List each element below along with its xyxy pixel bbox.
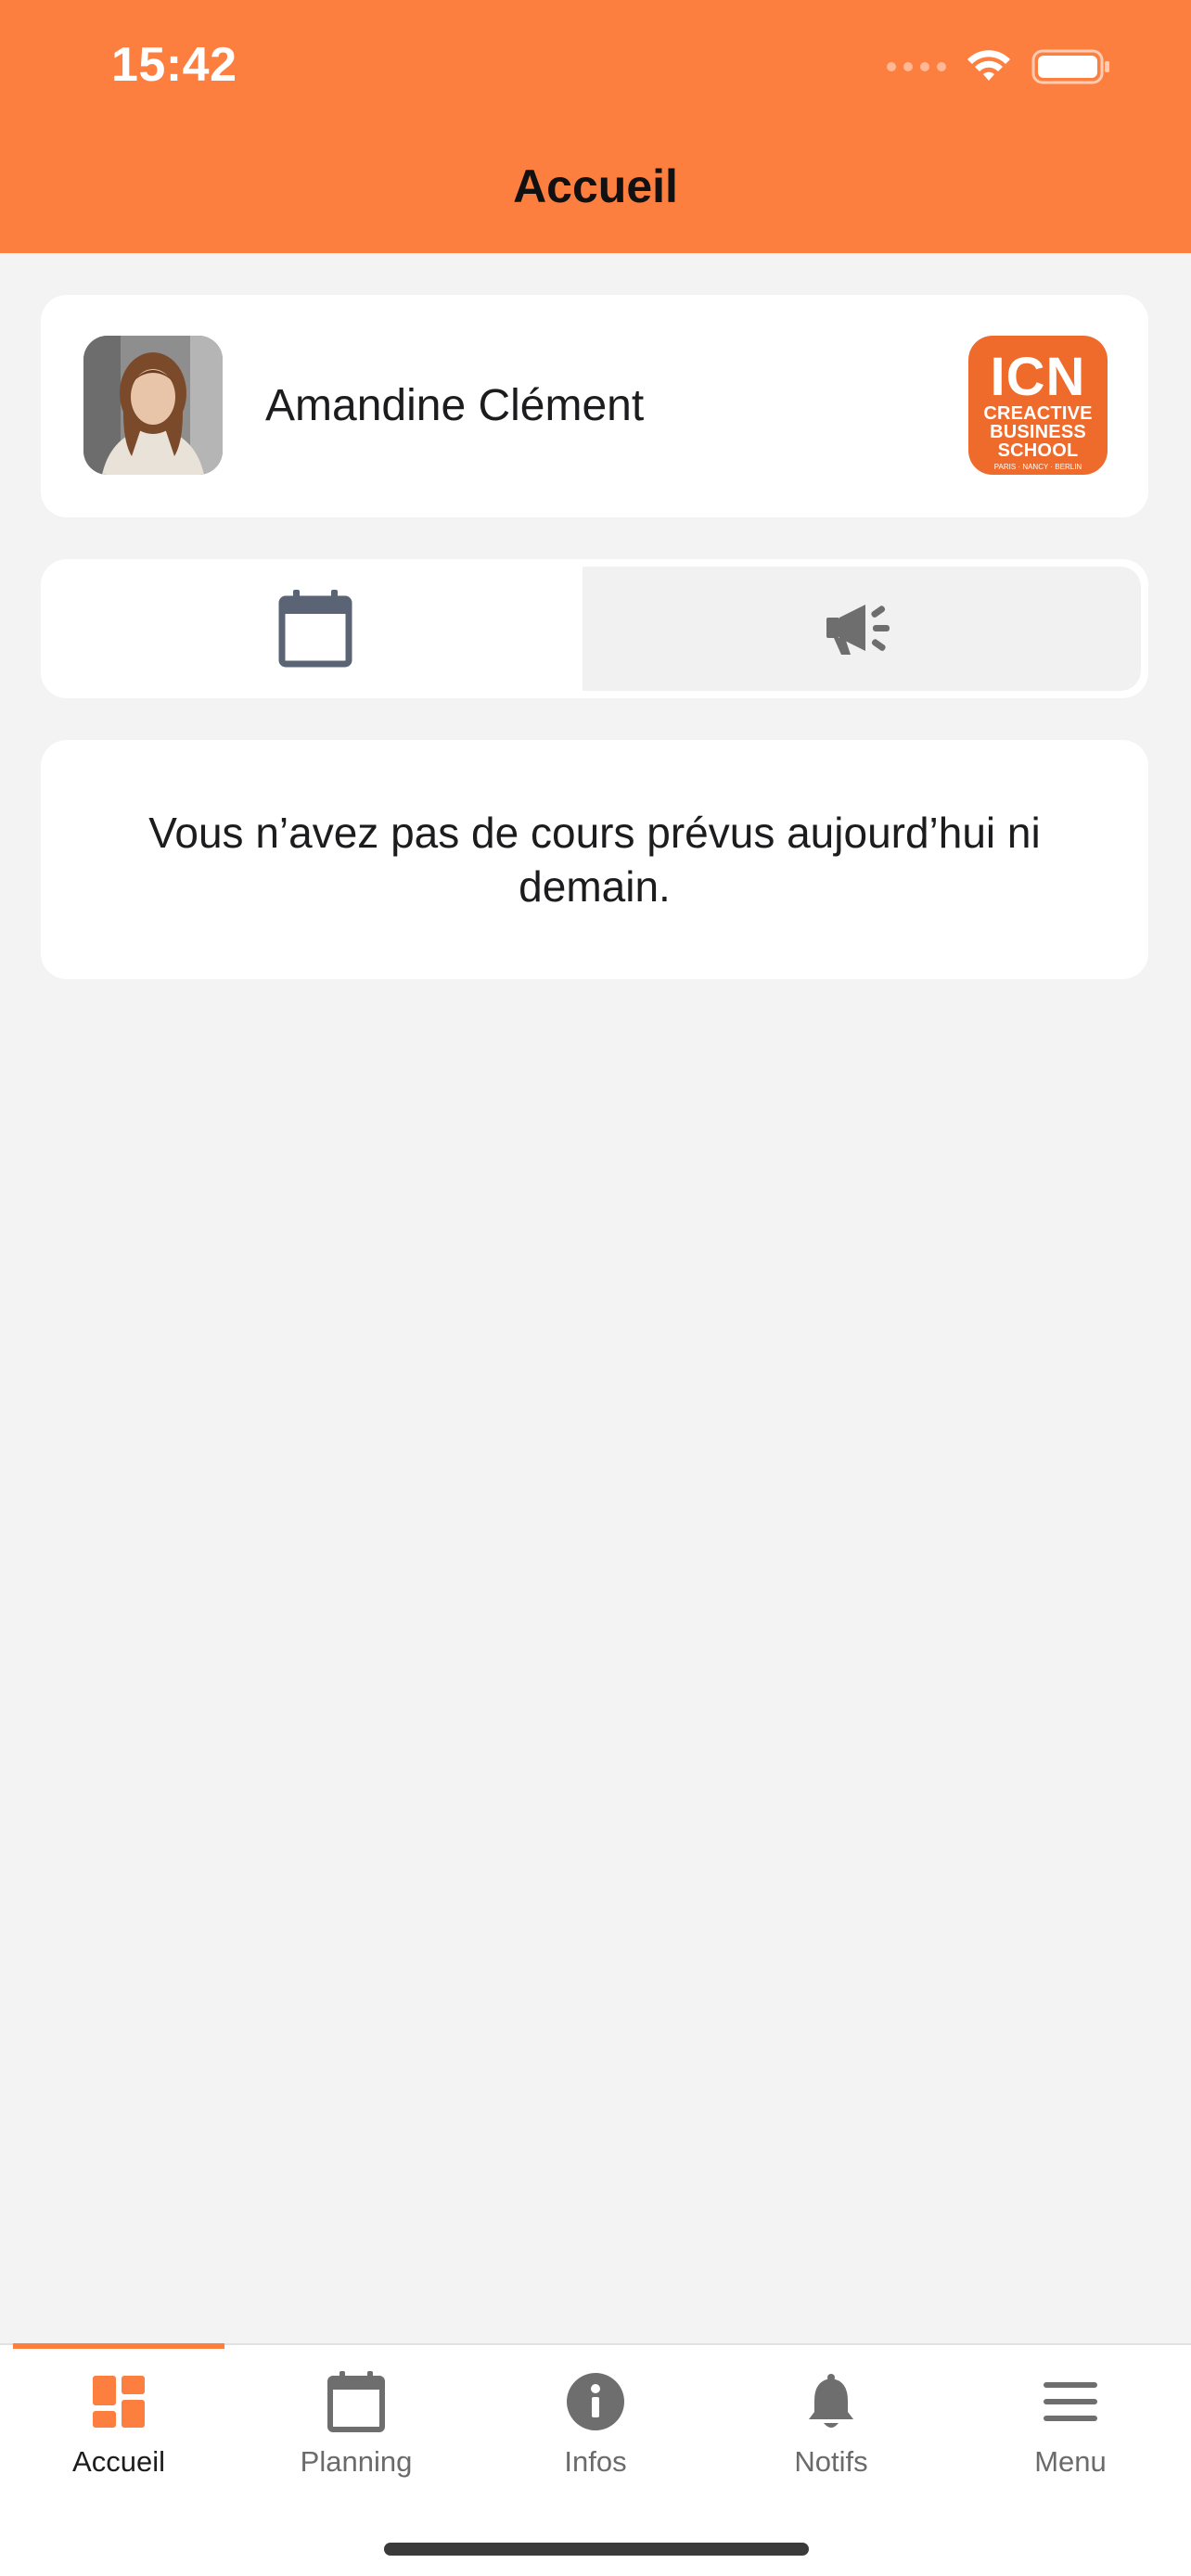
active-tab-indicator (13, 2343, 224, 2349)
nav-item-infos[interactable]: Infos (477, 2364, 714, 2503)
home-indicator[interactable] (384, 2543, 809, 2556)
nav-item-planning[interactable]: Planning (237, 2364, 475, 2503)
calendar-icon (278, 590, 352, 668)
profile-name: Amandine Clément (265, 381, 645, 430)
status-icons (887, 45, 1111, 89)
avatar[interactable] (83, 336, 223, 475)
tab-calendar[interactable] (48, 567, 583, 691)
logo-text: PARIS · NANCY · BERLIN (993, 463, 1082, 471)
bell-icon (809, 2374, 853, 2428)
logo-text: BUSINESS (990, 422, 1086, 442)
page-title: Accueil (513, 160, 678, 212)
nav-label: Menu (1034, 2445, 1107, 2478)
nav-item-accueil[interactable]: Accueil (0, 2364, 237, 2503)
school-logo: ICN CREACTIVE BUSINESS SCHOOL PARIS · NA… (968, 336, 1108, 475)
wifi-icon (967, 50, 1010, 81)
segmented-control (41, 559, 1148, 698)
no-classes-card: Vous n’avez pas de cours prévus aujourd’… (41, 740, 1148, 979)
calendar-icon (327, 2371, 385, 2432)
app-header: 15:42 Accueil (0, 0, 1191, 253)
logo-text: ICN (990, 347, 1086, 407)
tab-announcements[interactable] (583, 567, 1141, 691)
megaphone-icon (826, 605, 890, 655)
status-time: 15:42 (111, 38, 237, 92)
logo-text: SCHOOL (997, 440, 1079, 461)
nav-item-notifs[interactable]: Notifs (712, 2364, 950, 2503)
no-classes-message: Vous n’avez pas de cours prévus aujourd’… (148, 809, 1041, 911)
bottom-navigation: Accueil Planning Infos Notifs Menu (0, 2343, 1191, 2576)
battery-icon (1031, 49, 1109, 84)
cellular-signal-icon (887, 62, 946, 71)
nav-label: Infos (564, 2445, 627, 2478)
hamburger-menu-icon (1044, 2382, 1097, 2421)
nav-item-menu[interactable]: Menu (952, 2364, 1189, 2503)
info-icon (567, 2373, 624, 2430)
logo-text: CREACTIVE (983, 403, 1093, 424)
nav-label: Notifs (794, 2445, 868, 2478)
nav-label: Planning (300, 2445, 413, 2478)
dashboard-icon (93, 2376, 145, 2428)
nav-label: Accueil (72, 2445, 165, 2478)
profile-card[interactable]: Amandine Clément ICN CREACTIVE BUSINESS … (41, 295, 1148, 517)
